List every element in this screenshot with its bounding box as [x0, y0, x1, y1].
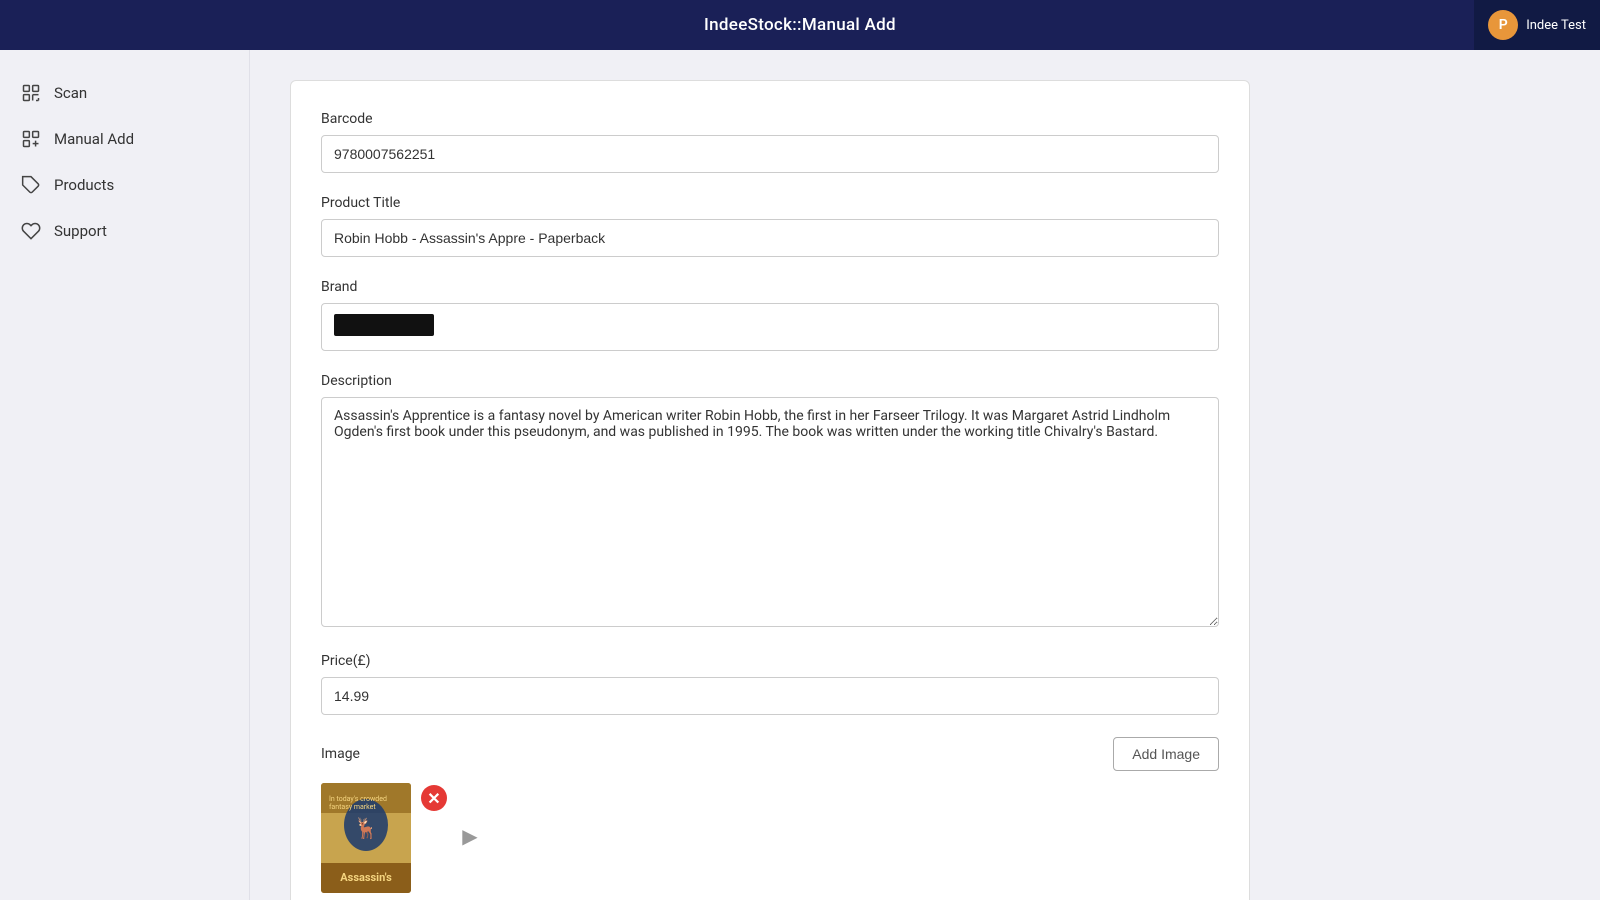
sidebar-label-scan: Scan [54, 84, 87, 102]
barcode-group: Barcode [321, 111, 1219, 173]
svg-text:fantasy market: fantasy market [329, 803, 376, 811]
svg-text:Assassin's: Assassin's [340, 871, 392, 884]
sidebar-label-support: Support [54, 222, 107, 240]
play-button[interactable]: ▶ [457, 823, 483, 849]
products-icon [20, 174, 42, 196]
form-card: Barcode Product Title Brand Description … [290, 80, 1250, 900]
image-section: Image Add Image [321, 737, 1219, 893]
description-label: Description [321, 373, 1219, 389]
image-header: Image Add Image [321, 737, 1219, 771]
sidebar-label-products: Products [54, 176, 114, 194]
barcode-input[interactable] [321, 135, 1219, 173]
image-label: Image [321, 746, 360, 762]
sidebar-item-products[interactable]: Products [0, 162, 249, 208]
sidebar-item-scan[interactable]: Scan [0, 70, 249, 116]
barcode-label: Barcode [321, 111, 1219, 127]
svg-text:In today's crowded: In today's crowded [329, 795, 387, 803]
username: Indee Test [1526, 18, 1586, 33]
add-image-button[interactable]: Add Image [1113, 737, 1219, 771]
description-input[interactable]: Assassin's Apprentice is a fantasy novel… [321, 397, 1219, 627]
app-header: IndeeStock::Manual Add P Indee Test [0, 0, 1600, 50]
brand-label: Brand [321, 279, 1219, 295]
product-title-input[interactable] [321, 219, 1219, 257]
sidebar-item-support[interactable]: Support [0, 208, 249, 254]
description-group: Description Assassin's Apprentice is a f… [321, 373, 1219, 631]
main-content: Barcode Product Title Brand Description … [250, 50, 1600, 900]
remove-image-button[interactable]: ✕ [421, 785, 447, 811]
svg-text:🦌: 🦌 [354, 816, 379, 840]
product-title-label: Product Title [321, 195, 1219, 211]
product-title-group: Product Title [321, 195, 1219, 257]
sidebar-item-manual-add[interactable]: Manual Add [0, 116, 249, 162]
price-label: Price(£) [321, 653, 1219, 669]
header-title: IndeeStock::Manual Add [704, 15, 896, 35]
user-menu[interactable]: P Indee Test [1474, 0, 1600, 50]
manual-add-icon [20, 128, 42, 150]
sidebar-label-manual-add: Manual Add [54, 130, 134, 148]
main-layout: Scan Manual Add Products [0, 50, 1600, 900]
brand-value-block [334, 314, 434, 336]
avatar: P [1488, 10, 1518, 40]
brand-group: Brand [321, 279, 1219, 351]
sidebar: Scan Manual Add Products [0, 50, 250, 900]
image-preview-area: 🦌 Assassin's In today's crowded fantasy … [321, 783, 1219, 893]
scan-icon [20, 82, 42, 104]
book-thumbnail: 🦌 Assassin's In today's crowded fantasy … [321, 783, 411, 893]
price-group: Price(£) [321, 653, 1219, 715]
support-icon [20, 220, 42, 242]
brand-input-container[interactable] [321, 303, 1219, 351]
price-input[interactable] [321, 677, 1219, 715]
